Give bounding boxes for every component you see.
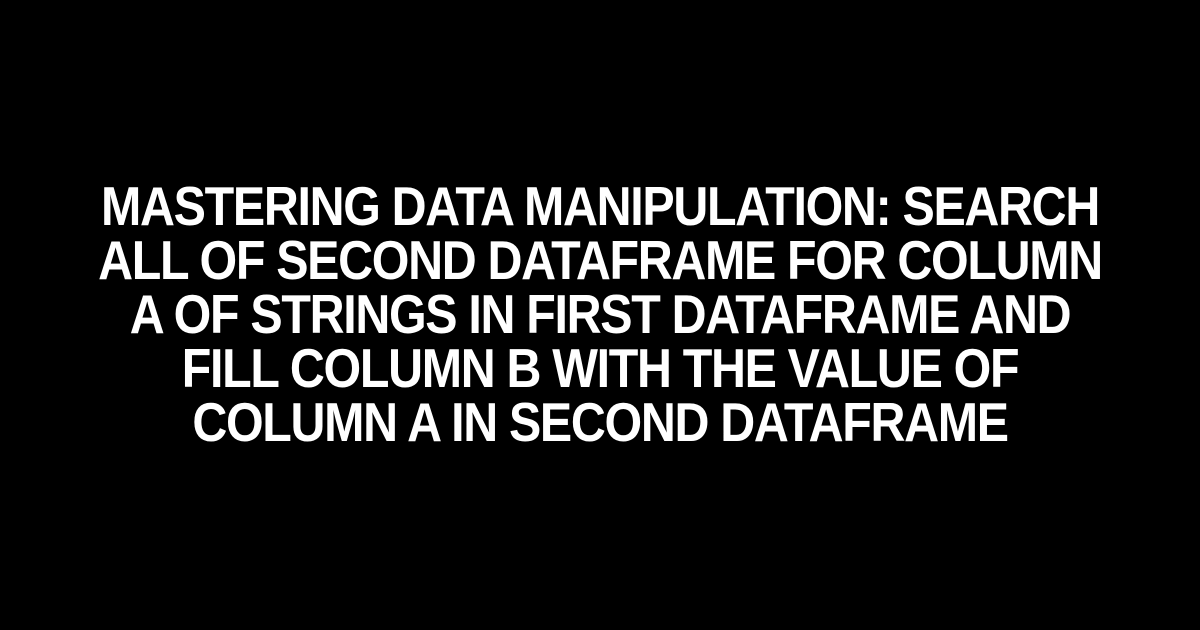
headline-text: Mastering Data Manipulation: Search All …	[72, 180, 1128, 449]
